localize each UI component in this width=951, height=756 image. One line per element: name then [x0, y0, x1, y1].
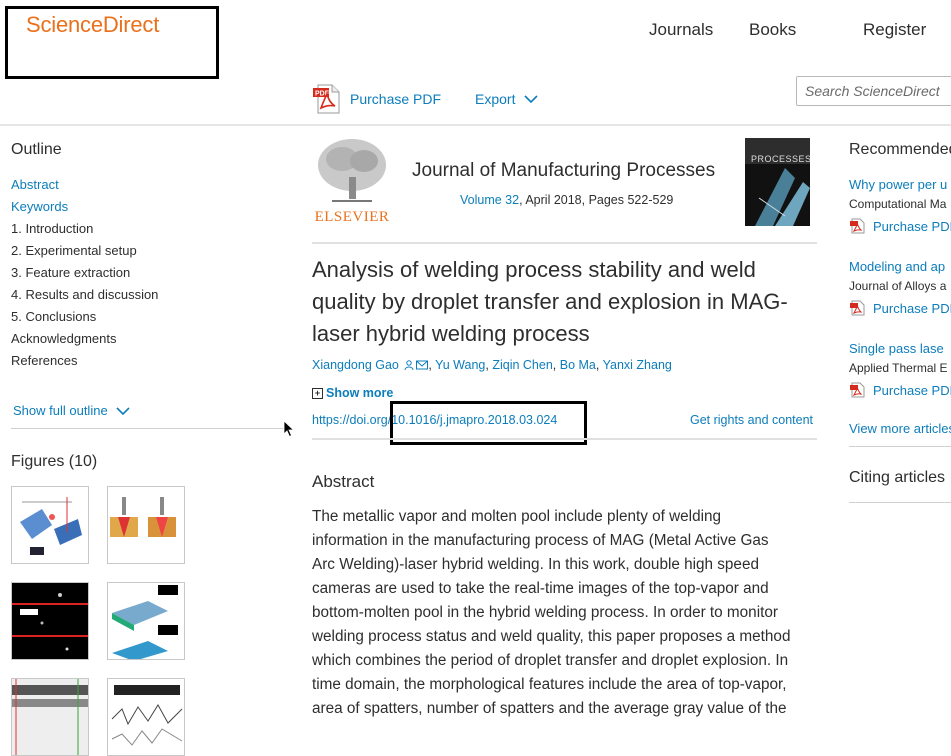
- get-rights-link[interactable]: Get rights and content: [690, 413, 813, 427]
- search-input[interactable]: [797, 77, 951, 105]
- sciencedirect-logo[interactable]: ScienceDirect: [26, 12, 159, 38]
- outline-item[interactable]: 4. Results and discussion: [11, 287, 158, 302]
- figures-heading: Figures (10): [11, 453, 98, 470]
- recommended-article-link[interactable]: Why power per u: [849, 177, 947, 192]
- recommended-article-link[interactable]: Single pass lase: [849, 341, 944, 356]
- journal-title-link[interactable]: Journal of Manufacturing Processes: [412, 160, 715, 182]
- abstract-text: The metallic vapor and molten pool inclu…: [312, 505, 822, 721]
- citing-divider: [849, 502, 951, 503]
- pdf-icon: [850, 218, 865, 234]
- outline-item[interactable]: References: [11, 353, 77, 368]
- metadata-divider: [312, 438, 817, 440]
- figure-thumbnail[interactable]: [11, 582, 89, 660]
- header-divider: [0, 124, 951, 126]
- purchase-pdf-label: Purchase PDF: [350, 91, 442, 107]
- recommended-purchase-pdf[interactable]: Purchase PDF: [849, 218, 951, 234]
- author-link[interactable]: Ziqin Chen: [492, 358, 552, 372]
- recommended-article-journal: Journal of Alloys a: [849, 279, 947, 293]
- search-box[interactable]: [796, 76, 951, 106]
- journal-header-divider: [312, 242, 817, 244]
- abstract-line: time domain, the morphological features …: [312, 676, 787, 693]
- author-list: Xiangdong Gao , Yu Wang, Ziqin Chen, Bo …: [312, 358, 672, 372]
- view-more-articles-link[interactable]: View more articles: [849, 421, 951, 436]
- show-more-button[interactable]: + Show more: [312, 386, 393, 400]
- outline-item[interactable]: Acknowledgments: [11, 331, 117, 346]
- recommended-heading: Recommended: [849, 141, 951, 158]
- figure-5-image: [12, 679, 88, 755]
- volume-line: Volume 32, April 2018, Pages 522-529: [460, 193, 673, 207]
- volume-link[interactable]: Volume 32: [460, 193, 519, 207]
- person-icon[interactable]: [404, 360, 414, 371]
- abstract-line: bottom-molten pool in the hybrid welding…: [312, 604, 778, 621]
- envelope-icon[interactable]: [416, 360, 429, 370]
- recommended-article-journal: Computational Ma: [849, 197, 947, 211]
- pdf-icon: PDF: [313, 84, 340, 114]
- article-title: Analysis of welding process stability an…: [312, 257, 788, 346]
- recommended-article-link[interactable]: Modeling and ap: [849, 259, 945, 274]
- citing-articles-heading[interactable]: Citing articles: [849, 469, 945, 487]
- volume-details: , April 2018, Pages 522-529: [519, 193, 674, 207]
- plus-box-icon: +: [312, 387, 323, 399]
- purchase-pdf-label: Purchase PDF: [873, 218, 951, 234]
- abstract-line: The metallic vapor and molten pool inclu…: [312, 508, 722, 525]
- figure-thumbnail[interactable]: [11, 486, 89, 564]
- sidebar-divider: [11, 428, 290, 429]
- author-link[interactable]: Yu Wang: [435, 358, 485, 372]
- chevron-down-icon: [116, 406, 130, 415]
- abstract-line: area of spatters, number of spatters and…: [312, 700, 787, 717]
- figure-1-image: [12, 487, 88, 563]
- abstract-line: information in the manufacturing process…: [312, 532, 769, 549]
- show-full-outline-button[interactable]: Show full outline: [13, 403, 131, 418]
- recommended-purchase-pdf[interactable]: Purchase PDF: [849, 300, 951, 316]
- figure-thumbnail[interactable]: [107, 678, 185, 756]
- outline-item[interactable]: Abstract: [11, 177, 59, 192]
- figure-thumbnail[interactable]: [107, 486, 185, 564]
- recommended-divider: [849, 446, 951, 447]
- export-label: Export: [475, 91, 516, 107]
- elsevier-wordmark: ELSEVIER: [314, 209, 390, 225]
- cover-art: [745, 138, 810, 226]
- figure-thumbnail[interactable]: [107, 582, 185, 660]
- outline-item[interactable]: 1. Introduction: [11, 221, 93, 236]
- figure-3-image: [12, 583, 88, 659]
- abstract-line: which combines the period of droplet tra…: [312, 652, 789, 669]
- mouse-cursor-icon: [283, 420, 295, 438]
- recommended-purchase-pdf[interactable]: Purchase PDF: [849, 382, 951, 398]
- show-full-outline-label: Show full outline: [13, 403, 108, 418]
- author-link[interactable]: Bo Ma: [560, 358, 596, 372]
- elsevier-logo[interactable]: ELSEVIER: [312, 137, 392, 227]
- purchase-pdf-label: Purchase PDF: [873, 382, 951, 398]
- outline-item[interactable]: 5. Conclusions: [11, 309, 96, 324]
- figure-2-image: [108, 487, 184, 563]
- outline-item[interactable]: 3. Feature extraction: [11, 265, 130, 280]
- journal-cover-image[interactable]: PROCESSES: [745, 138, 810, 226]
- pdf-icon: [850, 300, 865, 316]
- nav-journals[interactable]: Journals: [649, 20, 713, 40]
- purchase-pdf-button[interactable]: PDF Purchase PDF: [312, 84, 441, 114]
- figure-6-image: [108, 679, 184, 755]
- figure-thumbnail[interactable]: [11, 678, 89, 756]
- author-link[interactable]: Xiangdong Gao: [312, 358, 399, 372]
- abstract-heading: Abstract: [312, 472, 375, 491]
- recommended-article-journal: Applied Thermal E: [849, 361, 948, 375]
- abstract-line: cameras are used to take the real-time i…: [312, 580, 769, 597]
- author-link[interactable]: Yanxi Zhang: [603, 358, 672, 372]
- outline-item[interactable]: 2. Experimental setup: [11, 243, 137, 258]
- purchase-pdf-label: Purchase PDF: [873, 300, 951, 316]
- figure-4-image: [108, 583, 184, 659]
- export-button[interactable]: Export: [475, 91, 539, 107]
- chevron-down-icon: [524, 95, 539, 104]
- nav-books[interactable]: Books: [749, 20, 796, 40]
- show-more-label: Show more: [326, 386, 394, 400]
- abstract-line: Arc Welding)-laser hybrid welding. In th…: [312, 556, 759, 573]
- pdf-icon: [850, 382, 865, 398]
- outline-heading: Outline: [11, 141, 62, 158]
- nav-register[interactable]: Register: [863, 20, 926, 40]
- abstract-line: welding process status and weld quality,…: [312, 628, 791, 645]
- outline-item[interactable]: Keywords: [11, 199, 68, 214]
- cover-title: PROCESSES: [751, 154, 810, 164]
